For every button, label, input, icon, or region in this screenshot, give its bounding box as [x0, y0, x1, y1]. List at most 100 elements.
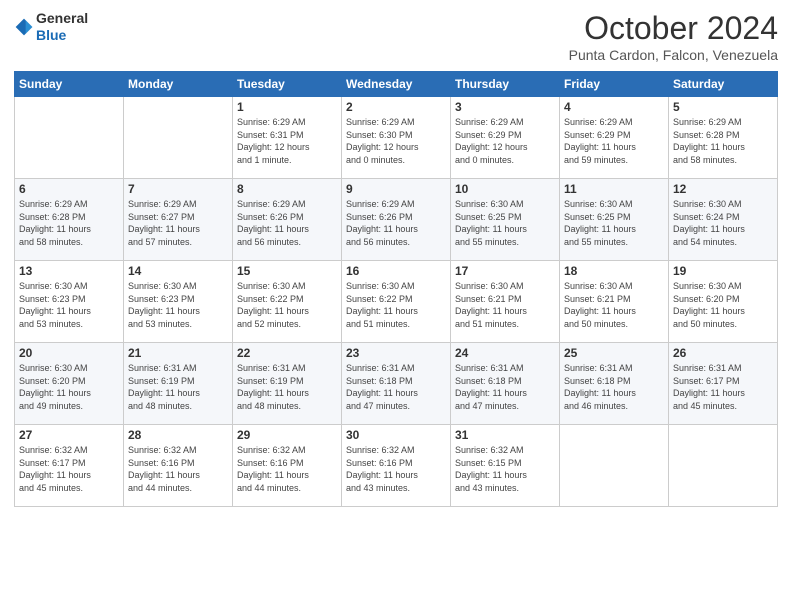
weekday-header-saturday: Saturday: [669, 72, 778, 97]
calendar-cell: 31 Sunrise: 6:32 AM Sunset: 6:15 PM Dayli…: [451, 425, 560, 507]
weekday-header-row: SundayMondayTuesdayWednesdayThursdayFrid…: [15, 72, 778, 97]
weekday-header-sunday: Sunday: [15, 72, 124, 97]
day-content: Sunrise: 6:31 AM Sunset: 6:17 PM Dayligh…: [673, 362, 773, 412]
day-content: Sunrise: 6:29 AM Sunset: 6:27 PM Dayligh…: [128, 198, 228, 248]
week-row-4: 20 Sunrise: 6:30 AM Sunset: 6:20 PM Dayli…: [15, 343, 778, 425]
day-number: 15: [237, 264, 337, 278]
day-content: Sunrise: 6:31 AM Sunset: 6:18 PM Dayligh…: [346, 362, 446, 412]
calendar-cell: 12 Sunrise: 6:30 AM Sunset: 6:24 PM Dayli…: [669, 179, 778, 261]
calendar-cell: 20 Sunrise: 6:30 AM Sunset: 6:20 PM Dayli…: [15, 343, 124, 425]
day-number: 9: [346, 182, 446, 196]
calendar-cell: 9 Sunrise: 6:29 AM Sunset: 6:26 PM Daylig…: [342, 179, 451, 261]
calendar-cell: 26 Sunrise: 6:31 AM Sunset: 6:17 PM Dayli…: [669, 343, 778, 425]
day-number: 23: [346, 346, 446, 360]
logo: General Blue: [14, 10, 88, 44]
day-content: Sunrise: 6:29 AM Sunset: 6:29 PM Dayligh…: [564, 116, 664, 166]
logo-blue: Blue: [36, 27, 88, 44]
day-content: Sunrise: 6:31 AM Sunset: 6:19 PM Dayligh…: [128, 362, 228, 412]
calendar-cell: 25Sunrise: 6:31 AM Sunset: 6:18 PM Dayli…: [560, 343, 669, 425]
day-number: 19: [673, 264, 773, 278]
calendar-cell: 27Sunrise: 6:32 AM Sunset: 6:17 PM Dayli…: [15, 425, 124, 507]
calendar-cell: 1 Sunrise: 6:29 AM Sunset: 6:31 PM Daylig…: [233, 97, 342, 179]
calendar-cell: 5Sunrise: 6:29 AM Sunset: 6:28 PM Daylig…: [669, 97, 778, 179]
calendar-cell: 6Sunrise: 6:29 AM Sunset: 6:28 PM Daylig…: [15, 179, 124, 261]
day-number: 30: [346, 428, 446, 442]
day-content: Sunrise: 6:30 AM Sunset: 6:25 PM Dayligh…: [455, 198, 555, 248]
calendar-cell: 10Sunrise: 6:30 AM Sunset: 6:25 PM Dayli…: [451, 179, 560, 261]
day-content: Sunrise: 6:31 AM Sunset: 6:18 PM Dayligh…: [455, 362, 555, 412]
calendar-cell: 16 Sunrise: 6:30 AM Sunset: 6:22 PM Dayli…: [342, 261, 451, 343]
day-content: Sunrise: 6:30 AM Sunset: 6:22 PM Dayligh…: [237, 280, 337, 330]
calendar-cell: 3 Sunrise: 6:29 AM Sunset: 6:29 PM Daylig…: [451, 97, 560, 179]
day-content: Sunrise: 6:30 AM Sunset: 6:23 PM Dayligh…: [128, 280, 228, 330]
calendar-cell: 14 Sunrise: 6:30 AM Sunset: 6:23 PM Dayli…: [124, 261, 233, 343]
weekday-header-wednesday: Wednesday: [342, 72, 451, 97]
day-content: Sunrise: 6:32 AM Sunset: 6:16 PM Dayligh…: [237, 444, 337, 494]
day-number: 28: [128, 428, 228, 442]
weekday-header-monday: Monday: [124, 72, 233, 97]
day-number: 3: [455, 100, 555, 114]
calendar-cell: 19Sunrise: 6:30 AM Sunset: 6:20 PM Dayli…: [669, 261, 778, 343]
month-title: October 2024: [569, 10, 778, 47]
day-number: 1: [237, 100, 337, 114]
calendar-cell: [560, 425, 669, 507]
calendar-table: SundayMondayTuesdayWednesdayThursdayFrid…: [14, 71, 778, 507]
calendar-cell: 7Sunrise: 6:29 AM Sunset: 6:27 PM Daylig…: [124, 179, 233, 261]
calendar-cell: 30 Sunrise: 6:32 AM Sunset: 6:16 PM Dayli…: [342, 425, 451, 507]
day-number: 26: [673, 346, 773, 360]
logo-text: General Blue: [36, 10, 88, 44]
day-number: 16: [346, 264, 446, 278]
calendar-cell: [124, 97, 233, 179]
day-content: Sunrise: 6:32 AM Sunset: 6:16 PM Dayligh…: [128, 444, 228, 494]
day-content: Sunrise: 6:32 AM Sunset: 6:15 PM Dayligh…: [455, 444, 555, 494]
day-number: 20: [19, 346, 119, 360]
day-number: 25: [564, 346, 664, 360]
day-content: Sunrise: 6:30 AM Sunset: 6:24 PM Dayligh…: [673, 198, 773, 248]
day-content: Sunrise: 6:30 AM Sunset: 6:20 PM Dayligh…: [19, 362, 119, 412]
day-content: Sunrise: 6:30 AM Sunset: 6:21 PM Dayligh…: [455, 280, 555, 330]
calendar-cell: 28 Sunrise: 6:32 AM Sunset: 6:16 PM Dayli…: [124, 425, 233, 507]
calendar-cell: 8Sunrise: 6:29 AM Sunset: 6:26 PM Daylig…: [233, 179, 342, 261]
day-number: 18: [564, 264, 664, 278]
location: Punta Cardon, Falcon, Venezuela: [569, 47, 778, 63]
calendar-cell: 2Sunrise: 6:29 AM Sunset: 6:30 PM Daylig…: [342, 97, 451, 179]
day-content: Sunrise: 6:29 AM Sunset: 6:30 PM Dayligh…: [346, 116, 446, 166]
day-number: 21: [128, 346, 228, 360]
day-content: Sunrise: 6:32 AM Sunset: 6:16 PM Dayligh…: [346, 444, 446, 494]
calendar-cell: 29Sunrise: 6:32 AM Sunset: 6:16 PM Dayli…: [233, 425, 342, 507]
day-content: Sunrise: 6:29 AM Sunset: 6:29 PM Dayligh…: [455, 116, 555, 166]
day-content: Sunrise: 6:29 AM Sunset: 6:31 PM Dayligh…: [237, 116, 337, 166]
day-number: 22: [237, 346, 337, 360]
week-row-3: 13 Sunrise: 6:30 AM Sunset: 6:23 PM Dayli…: [15, 261, 778, 343]
calendar-cell: 18 Sunrise: 6:30 AM Sunset: 6:21 PM Dayli…: [560, 261, 669, 343]
day-content: Sunrise: 6:30 AM Sunset: 6:25 PM Dayligh…: [564, 198, 664, 248]
calendar-cell: 21 Sunrise: 6:31 AM Sunset: 6:19 PM Dayli…: [124, 343, 233, 425]
title-block: October 2024 Punta Cardon, Falcon, Venez…: [569, 10, 778, 63]
calendar-cell: 13 Sunrise: 6:30 AM Sunset: 6:23 PM Dayli…: [15, 261, 124, 343]
day-number: 12: [673, 182, 773, 196]
calendar-cell: [15, 97, 124, 179]
header: General Blue October 2024 Punta Cardon, …: [14, 10, 778, 63]
weekday-header-tuesday: Tuesday: [233, 72, 342, 97]
day-number: 8: [237, 182, 337, 196]
day-content: Sunrise: 6:31 AM Sunset: 6:19 PM Dayligh…: [237, 362, 337, 412]
week-row-1: 1 Sunrise: 6:29 AM Sunset: 6:31 PM Daylig…: [15, 97, 778, 179]
week-row-5: 27Sunrise: 6:32 AM Sunset: 6:17 PM Dayli…: [15, 425, 778, 507]
day-number: 27: [19, 428, 119, 442]
day-content: Sunrise: 6:30 AM Sunset: 6:21 PM Dayligh…: [564, 280, 664, 330]
day-number: 13: [19, 264, 119, 278]
day-number: 5: [673, 100, 773, 114]
day-number: 31: [455, 428, 555, 442]
day-number: 14: [128, 264, 228, 278]
day-number: 11: [564, 182, 664, 196]
calendar-cell: 4Sunrise: 6:29 AM Sunset: 6:29 PM Daylig…: [560, 97, 669, 179]
calendar-cell: 23 Sunrise: 6:31 AM Sunset: 6:18 PM Dayli…: [342, 343, 451, 425]
day-content: Sunrise: 6:30 AM Sunset: 6:23 PM Dayligh…: [19, 280, 119, 330]
day-content: Sunrise: 6:30 AM Sunset: 6:22 PM Dayligh…: [346, 280, 446, 330]
day-number: 24: [455, 346, 555, 360]
logo-icon: [14, 17, 34, 37]
day-content: Sunrise: 6:29 AM Sunset: 6:28 PM Dayligh…: [19, 198, 119, 248]
calendar-cell: 22 Sunrise: 6:31 AM Sunset: 6:19 PM Dayli…: [233, 343, 342, 425]
page: General Blue October 2024 Punta Cardon, …: [0, 0, 792, 612]
day-content: Sunrise: 6:29 AM Sunset: 6:26 PM Dayligh…: [346, 198, 446, 248]
